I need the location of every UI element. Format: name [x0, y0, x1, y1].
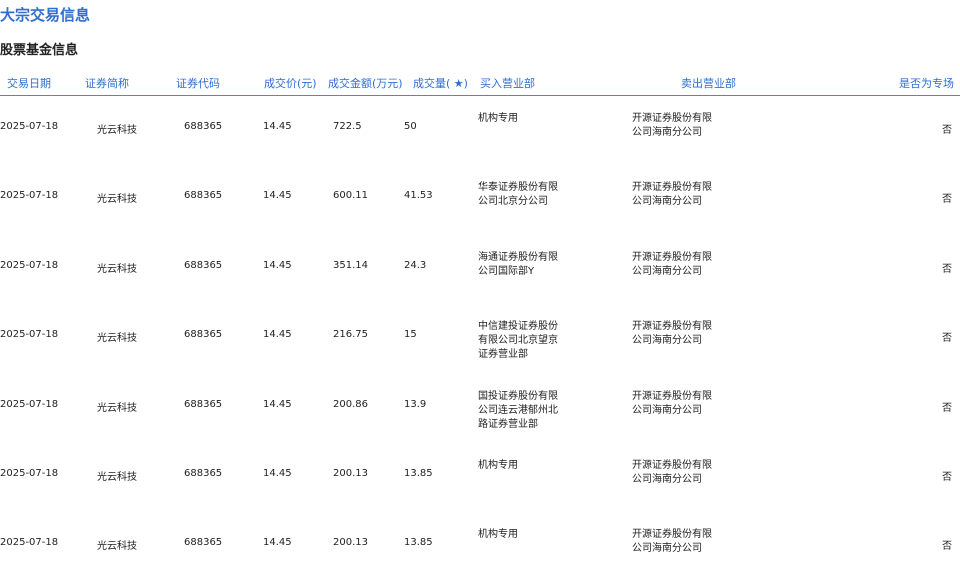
cell-security-name[interactable]: 光云科技	[97, 190, 137, 205]
table-row: 2025-07-18 光云科技 688365 14.45 200.86 13.9…	[0, 374, 960, 443]
cell-special-session: 否	[942, 402, 952, 414]
cell-trade-date: 2025-07-18	[0, 190, 59, 202]
block-trade-table: 交易日期 证券简称 证券代码 成交价(元) 成交金额(万元) 成交量( ★) 买…	[0, 70, 960, 582]
cell-buy-branch: 机构专用	[478, 529, 518, 541]
cell-special-session: 否	[942, 541, 952, 553]
cell-amount: 200.86	[333, 398, 368, 410]
cell-security-name[interactable]: 光云科技	[97, 537, 137, 552]
cell-sell-branch: 开源证券股份有限公司海南分公司	[632, 529, 712, 555]
cell-buy-branch: 海通证券股份有限公司国际部Y	[478, 251, 558, 277]
cell-special-session: 否	[942, 333, 952, 345]
header-price[interactable]: 成交价(元)	[264, 75, 317, 91]
cell-buy-branch: 中信建投证券股份有限公司北京望京证券营业部	[478, 321, 558, 361]
cell-security-name[interactable]: 光云科技	[97, 121, 137, 136]
cell-security-code[interactable]: 688365	[184, 399, 222, 410]
cell-sell-branch: 开源证券股份有限公司海南分公司	[632, 182, 712, 208]
cell-volume: 41.53	[404, 190, 433, 202]
header-trade-date[interactable]: 交易日期	[7, 75, 51, 91]
cell-volume: 13.85	[404, 537, 433, 549]
cell-security-name[interactable]: 光云科技	[97, 329, 137, 344]
cell-volume: 15	[404, 329, 417, 341]
page-title: 大宗交易信息	[0, 6, 91, 24]
cell-security-code[interactable]: 688365	[184, 329, 222, 340]
cell-sell-branch: 开源证券股份有限公司海南分公司	[632, 390, 712, 416]
cell-security-code[interactable]: 688365	[184, 121, 222, 132]
cell-buy-branch: 机构专用	[478, 459, 518, 471]
cell-buy-branch: 国投证券股份有限公司连云港郁州北路证券营业部	[478, 390, 558, 430]
table-row: 2025-07-18 光云科技 688365 14.45 600.11 41.5…	[0, 165, 960, 234]
cell-trade-date: 2025-07-18	[0, 398, 59, 410]
cell-security-name[interactable]: 光云科技	[97, 468, 137, 483]
cell-volume: 50	[404, 121, 417, 132]
cell-price: 14.45	[263, 259, 292, 271]
cell-price: 14.45	[263, 467, 292, 479]
cell-trade-date: 2025-07-18	[0, 259, 59, 271]
cell-special-session: 否	[942, 471, 952, 483]
cell-security-name[interactable]: 光云科技	[97, 399, 137, 414]
cell-security-name[interactable]: 光云科技	[97, 260, 137, 275]
cell-trade-date: 2025-07-18	[0, 121, 59, 132]
cell-special-session: 否	[942, 263, 952, 275]
header-buy-branch[interactable]: 买入营业部	[480, 75, 535, 91]
cell-security-code[interactable]: 688365	[184, 260, 222, 271]
cell-security-code[interactable]: 688365	[184, 537, 222, 548]
header-sell-branch[interactable]: 卖出营业部	[681, 75, 736, 91]
cell-buy-branch: 机构专用	[478, 113, 518, 124]
cell-trade-date: 2025-07-18	[0, 329, 59, 341]
cell-buy-branch: 华泰证券股份有限公司北京分公司	[478, 182, 558, 208]
cell-sell-branch: 开源证券股份有限公司海南分公司	[632, 113, 712, 138]
header-volume[interactable]: 成交量( ★)	[413, 75, 468, 91]
table-body: 2025-07-18 光云科技 688365 14.45 722.5 50 机构…	[0, 96, 960, 582]
cell-trade-date: 2025-07-18	[0, 467, 59, 479]
cell-amount: 351.14	[333, 259, 368, 271]
cell-price: 14.45	[263, 190, 292, 202]
cell-amount: 200.13	[333, 537, 368, 549]
cell-special-session: 否	[942, 194, 952, 206]
cell-volume: 13.85	[404, 467, 433, 479]
header-special-session[interactable]: 是否为专场	[899, 75, 954, 91]
cell-security-code[interactable]: 688365	[184, 190, 222, 201]
table-row: 2025-07-18 光云科技 688365 14.45 200.13 13.8…	[0, 443, 960, 512]
cell-amount: 722.5	[333, 121, 362, 132]
cell-price: 14.45	[263, 121, 292, 132]
header-security-code[interactable]: 证券代码	[176, 75, 220, 91]
cell-price: 14.45	[263, 398, 292, 410]
table-header: 交易日期 证券简称 证券代码 成交价(元) 成交金额(万元) 成交量( ★) 买…	[0, 70, 960, 96]
table-row: 2025-07-18 光云科技 688365 14.45 351.14 24.3…	[0, 235, 960, 304]
cell-volume: 13.9	[404, 398, 427, 410]
section-title: 股票基金信息	[0, 43, 79, 58]
cell-amount: 600.11	[333, 190, 368, 202]
cell-volume: 24.3	[404, 259, 427, 271]
cell-amount: 200.13	[333, 467, 368, 479]
header-security-name[interactable]: 证券简称	[85, 75, 129, 91]
table-row: 2025-07-18 光云科技 688365 14.45 722.5 50 机构…	[0, 96, 960, 165]
cell-price: 14.45	[263, 329, 292, 341]
cell-amount: 216.75	[333, 329, 368, 341]
cell-sell-branch: 开源证券股份有限公司海南分公司	[632, 251, 712, 277]
table-row: 2025-07-18 光云科技 688365 14.45 216.75 15 中…	[0, 304, 960, 373]
cell-sell-branch: 开源证券股份有限公司海南分公司	[632, 459, 712, 485]
cell-security-code[interactable]: 688365	[184, 468, 222, 479]
cell-special-session: 否	[942, 125, 952, 136]
cell-trade-date: 2025-07-18	[0, 537, 59, 549]
header-amount[interactable]: 成交金额(万元)	[328, 75, 403, 91]
cell-price: 14.45	[263, 537, 292, 549]
table-row: 2025-07-18 光云科技 688365 14.45 200.13 13.8…	[0, 512, 960, 581]
cell-sell-branch: 开源证券股份有限公司海南分公司	[632, 321, 712, 347]
